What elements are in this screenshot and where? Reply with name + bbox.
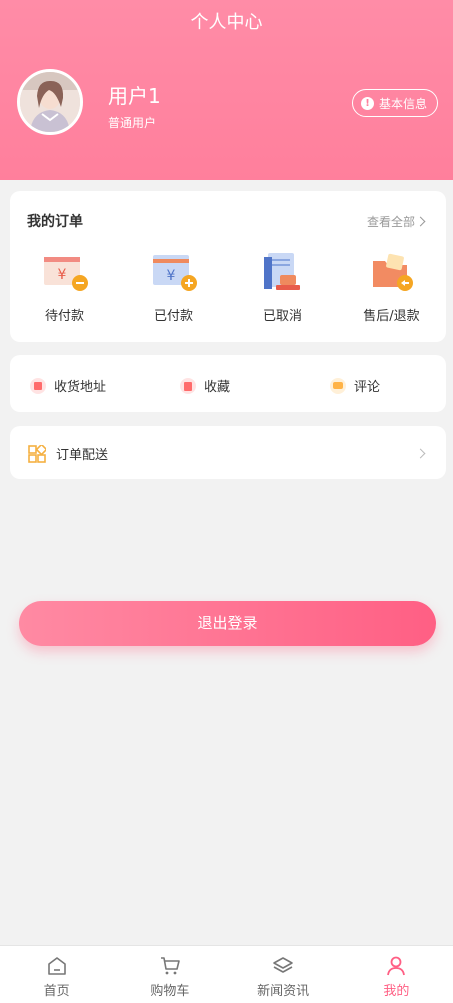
avatar-image [20, 72, 80, 132]
services-card: 收货地址 收藏 评论 [10, 355, 446, 412]
order-label: 已取消 [262, 309, 302, 324]
view-all-orders-link[interactable]: 查看全部 [366, 213, 426, 230]
user-name: 用户1 [108, 84, 161, 108]
user-role: 普通用户 [108, 116, 157, 130]
order-item-pending-payment[interactable]: ¥ 待付款 [10, 251, 119, 331]
delivery-label: 订单配送 [56, 448, 109, 463]
address-icon [30, 377, 46, 394]
user-icon [387, 956, 406, 976]
svg-text:¥: ¥ [57, 267, 66, 283]
paid-icon: ¥ [149, 251, 199, 295]
cart-icon [160, 957, 180, 975]
order-item-after-sales[interactable]: 售后/退款 [337, 251, 446, 331]
order-label: 已付款 [153, 309, 193, 324]
order-item-paid[interactable]: ¥ 已付款 [119, 251, 228, 331]
chevron-right-icon [415, 448, 426, 459]
delivery-grid-icon [28, 444, 46, 463]
service-favorite[interactable]: 收藏 [180, 376, 230, 395]
after-sales-icon [367, 251, 417, 295]
service-address[interactable]: 收货地址 [30, 376, 106, 395]
home-icon [47, 957, 66, 975]
tab-mine[interactable]: 我的 [340, 946, 453, 1003]
service-label: 收货地址 [54, 380, 107, 395]
service-label: 评论 [354, 380, 381, 395]
profile-header: 个人中心 用户1 普通用户 ! 基本信息 [0, 0, 453, 180]
favorite-icon [180, 377, 196, 394]
order-item-cancelled[interactable]: 已取消 [228, 251, 337, 331]
profile-page: 个人中心 用户1 普通用户 ! 基本信息 我的订单 查看全部 ¥ 待付款 ¥ 已… [0, 0, 453, 1003]
orders-title: 我的订单 [27, 214, 83, 230]
info-icon: ! [360, 96, 374, 110]
tab-label: 我的 [383, 984, 410, 999]
bottom-tab-bar: 首页 购物车 新闻资讯 我的 [0, 945, 453, 1003]
cancelled-icon [258, 251, 308, 295]
tab-cart[interactable]: 购物车 [113, 946, 226, 1003]
order-status-row: ¥ 待付款 ¥ 已付款 已取消 售后/退款 [10, 251, 446, 331]
page-title: 个人中心 [190, 12, 263, 33]
news-icon [273, 957, 293, 973]
tab-label: 购物车 [150, 984, 190, 999]
basic-info-label: 基本信息 [378, 96, 427, 111]
logout-button[interactable]: 退出登录 [19, 601, 436, 646]
view-all-label: 查看全部 [366, 215, 415, 229]
pending-payment-icon: ¥ [40, 251, 90, 295]
order-delivery-row: 订单配送 [28, 444, 108, 463]
basic-info-button[interactable]: ! 基本信息 [351, 89, 438, 117]
tab-label: 新闻资讯 [257, 984, 310, 999]
service-label: 收藏 [204, 380, 231, 395]
tab-home[interactable]: 首页 [0, 946, 113, 1003]
my-orders-card: 我的订单 查看全部 ¥ 待付款 ¥ 已付款 已取消 售后/退款 [10, 191, 446, 342]
avatar[interactable] [17, 69, 83, 135]
tab-news[interactable]: 新闻资讯 [227, 946, 340, 1003]
service-comment[interactable]: 评论 [330, 376, 380, 395]
order-label: 待付款 [44, 309, 84, 324]
comment-icon [330, 377, 346, 394]
svg-text:¥: ¥ [166, 268, 175, 284]
tab-label: 首页 [43, 984, 70, 999]
order-delivery-card[interactable]: 订单配送 [10, 426, 446, 479]
chevron-right-icon [415, 216, 426, 227]
order-label: 售后/退款 [363, 309, 420, 324]
